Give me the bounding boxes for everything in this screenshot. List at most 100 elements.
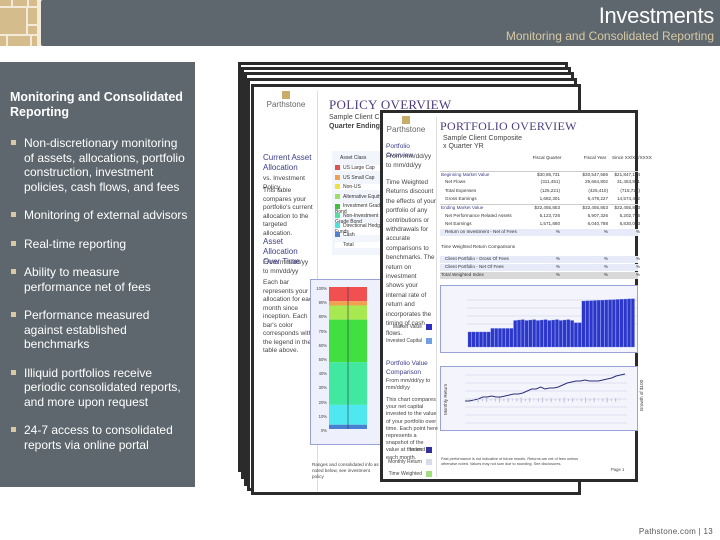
y-tick-label: 70%: [318, 328, 327, 334]
monthly-return-bar: [473, 398, 475, 402]
column-header: Fiscal Quarter: [532, 155, 562, 160]
table-row: Total Expenses (125,221) (425,410) (715,728…: [440, 187, 640, 195]
legend-label: Monthly Return: [388, 459, 422, 465]
market-value-bar: [619, 299, 624, 348]
growth-line: [465, 373, 626, 402]
market-value-bar: [593, 300, 597, 348]
bullet-text: Real-time reporting: [24, 236, 127, 251]
market-value-bar: [494, 328, 499, 348]
market-value-bar: [631, 298, 635, 348]
market-value-bar: [543, 319, 548, 348]
market-value-bar: [558, 320, 563, 348]
table-row: Net Flows (311,451) 29,664,802 31,453,821: [440, 179, 640, 186]
header-bar: Investments Monitoring and Consolidated …: [41, 0, 720, 46]
market-value-bar: [483, 331, 487, 348]
market-value-bar: [520, 319, 525, 348]
row-value: 14,574,472: [617, 195, 640, 201]
market-value-bar: [524, 320, 529, 348]
logo-text: Parthstone: [386, 125, 426, 134]
market-value-bars: [467, 298, 637, 348]
monthly-return-bar: [486, 398, 488, 402]
row-value: 5,123,726: [539, 212, 560, 218]
asset-class-table: Asset Class US Large Cap US Small Cap Non-…: [332, 151, 386, 255]
row-value: 6,479,227: [587, 195, 608, 201]
row-value: $30,547,586: [582, 172, 608, 177]
row-value: 6,830,093: [619, 220, 640, 226]
market-value-bar: [509, 328, 514, 348]
market-value-chart: [440, 285, 638, 353]
market-value-bar: [566, 319, 571, 348]
info-panel: Monitoring and Consolidated Reporting No…: [0, 62, 195, 487]
market-value-bar: [471, 331, 476, 348]
market-value-bar: [475, 331, 480, 348]
market-value-bar: [555, 319, 559, 348]
row-label: Ending Market Value: [441, 205, 484, 211]
market-value-bar: [467, 331, 472, 348]
asset-class-row: Total: [335, 241, 386, 248]
market-value-bar: [581, 300, 586, 348]
bullet-square-icon: [11, 269, 16, 274]
row-label: Client Portfolio - Gross Of Fees: [445, 255, 509, 261]
column-header: Since XX/XX/XXXX: [612, 155, 652, 160]
row-label: Return on Investment - Net of Fees: [445, 229, 517, 235]
allocation-segment: [348, 319, 367, 363]
market-value-bar: [615, 299, 620, 348]
monthly-return-bar: [546, 399, 548, 401]
row-value: %: [635, 272, 640, 278]
row-value: 29,664,802: [585, 179, 608, 185]
allocation-segment: [348, 301, 367, 306]
row-value: %: [603, 272, 608, 278]
logo-text: Parthstone: [266, 100, 306, 109]
monthly-return-bar: [602, 398, 604, 402]
row-label: Gross Earnings: [445, 195, 477, 201]
portfolio-overview-page: Parthstone PORTFOLIO OVERVIEW Sample Cli…: [380, 110, 652, 482]
market-value-bar: [589, 300, 593, 348]
row-label: Net Performance Related Assets: [445, 212, 512, 218]
chart-legend-item: Time Weighted: [386, 470, 432, 479]
table-row: Net Earnings 1,571,880 6,040,788 6,830,093: [440, 220, 640, 228]
allocation-segment: [329, 301, 348, 306]
asset-class-label: Non-US: [343, 184, 361, 191]
row-value: (715,728): [620, 187, 640, 193]
monthly-return-bar: [512, 399, 513, 401]
market-value-bar: [551, 319, 555, 348]
column-header: Fiscal Year: [583, 155, 607, 160]
market-value-bar: [574, 322, 578, 348]
row-value: 6,040,788: [587, 220, 608, 226]
row-value: 1,682,301: [539, 195, 560, 201]
asset-class-row: Non-US: [335, 184, 386, 191]
legend-swatch-icon: [335, 174, 340, 180]
monthly-return-bar: [580, 398, 582, 402]
table-row: Gross Earnings 1,682,301 6,479,227 14,574,4…: [440, 195, 640, 203]
allocation-segment: [329, 287, 348, 302]
market-value-bar: [486, 331, 491, 348]
allocation-segment: [329, 424, 348, 429]
market-value-bar: [608, 299, 612, 348]
allocation-segment: [329, 362, 348, 405]
market-value-bar: [498, 328, 502, 348]
table-row: Return on Investment - Net of Fees%%%: [440, 229, 640, 237]
pathstone-logo-icon: [402, 116, 410, 124]
monthly-return-bar: [550, 398, 552, 402]
market-value-bar: [490, 328, 495, 348]
table-row: Net Performance Related Assets 5,123,726 5…: [440, 212, 640, 220]
row-value: $21,847,144: [614, 172, 640, 177]
legend-swatch-icon: [335, 193, 340, 199]
y-tick-label: 20%: [318, 399, 327, 405]
bullet-item: Ability to measure performance net of fe…: [10, 265, 189, 294]
row-value: 5,202,736: [619, 212, 640, 218]
bullet-item: Performance measured against established…: [10, 308, 189, 352]
client-name: Sample Client Composite: [443, 135, 522, 142]
table-row: Client Portfolio - Gross Of Fees%%%: [440, 255, 640, 263]
bullet-text: Illiquid portfolios receive periodic con…: [24, 365, 181, 409]
table-row: Beginning Market Value $30,86,731 $30,547,…: [440, 171, 640, 178]
row-value: $32,455,853: [534, 205, 560, 211]
asset-class-label: US Small Cap: [343, 174, 375, 181]
legend-swatch-icon: [335, 241, 340, 247]
bullet-item: Real-time reporting: [10, 237, 189, 252]
section-subtitle: From mm/dd/yy to mm/dd/yy: [386, 153, 432, 169]
market-value-bar: [604, 299, 609, 348]
chart-legend-item: Monthly Return: [386, 458, 432, 467]
legend-swatch-icon: [426, 458, 432, 465]
market-value-bar: [627, 298, 631, 348]
